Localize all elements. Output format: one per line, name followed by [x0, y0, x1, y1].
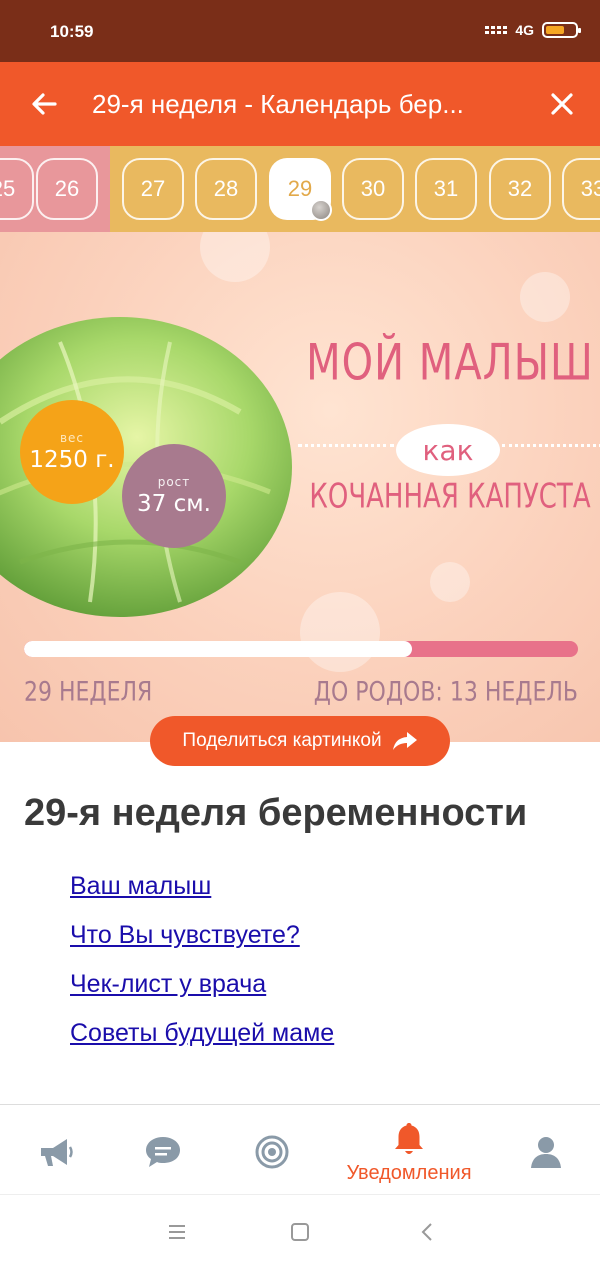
week-item[interactable]: 25 — [0, 158, 34, 220]
back-button[interactable] — [24, 84, 64, 124]
network-type: 4G — [515, 22, 534, 38]
chat-icon — [146, 1137, 180, 1167]
nav-item-notifications[interactable]: Уведомления — [338, 1117, 480, 1187]
toc-link[interactable]: Что Вы чувствуете? — [70, 921, 300, 949]
hero-title: МОЙ МАЛЫШ — [306, 334, 594, 392]
week-item[interactable]: 27 — [122, 158, 184, 220]
share-button-label: Поделиться картинкой — [182, 730, 382, 751]
weight-badge: вес 1250 г. — [20, 400, 124, 504]
avatar — [310, 199, 332, 221]
week-illustration: вес 1250 г. рост 37 см. МОЙ МАЛЫШ как КО… — [0, 232, 600, 742]
hero-like-word: как — [396, 424, 500, 476]
weeks-remaining-label: ДО РОДОВ: 13 НЕДЕЛЬ — [313, 677, 578, 708]
toc-link[interactable]: Чек-лист у врача — [70, 970, 266, 998]
week-number: 32 — [507, 176, 533, 201]
week-number: 26 — [54, 176, 80, 201]
nav-item-chat[interactable] — [113, 1117, 213, 1187]
week-number: 27 — [140, 176, 166, 201]
page-title: 29-я неделя - Календарь бер... — [92, 89, 464, 119]
arrow-left-icon — [32, 93, 57, 115]
app-bar: 29-я неделя - Календарь бер... — [0, 62, 600, 146]
height-label: рост — [157, 475, 191, 489]
status-time: 10:59 — [50, 22, 94, 41]
toc-item: Советы будущей маме — [70, 1019, 334, 1068]
hero-object: КОЧАННАЯ КАПУСТА — [309, 477, 591, 517]
weight-value: 1250 г. — [29, 447, 115, 473]
week-item[interactable]: 33 — [562, 158, 600, 220]
status-bar: 10:59 4G — [0, 0, 600, 62]
toc-link[interactable]: Советы будущей маме — [70, 1019, 334, 1047]
bottom-navigation: Уведомления — [0, 1104, 600, 1194]
close-button[interactable] — [542, 84, 582, 124]
week-item-current[interactable]: 29 — [269, 158, 332, 221]
recent-apps-button[interactable] — [162, 1217, 192, 1247]
battery-icon — [542, 22, 581, 38]
share-image-button[interactable]: Поделиться картинкой — [150, 716, 450, 766]
home-button[interactable] — [285, 1217, 315, 1247]
system-back-button[interactable] — [412, 1217, 442, 1247]
menu-icon — [169, 1225, 185, 1239]
dotted-divider — [298, 444, 394, 447]
signal-icon — [485, 26, 508, 34]
nav-item-goals[interactable] — [222, 1117, 322, 1187]
toc-link[interactable]: Ваш малыш — [70, 872, 211, 900]
toc-item: Что Вы чувствуете? — [70, 921, 334, 970]
height-badge: рост 37 см. — [122, 444, 226, 548]
toc-item: Чек-лист у врача — [70, 970, 334, 1019]
megaphone-icon — [41, 1139, 73, 1166]
week-number: 28 — [213, 176, 239, 201]
table-of-contents: Ваш малыш Что Вы чувствуете? Чек-лист у … — [70, 872, 334, 1068]
dotted-divider — [502, 444, 600, 447]
week-number: 33 — [580, 176, 600, 201]
weight-label: вес — [59, 431, 85, 445]
share-arrow-icon — [392, 732, 417, 750]
system-navigation — [0, 1194, 600, 1266]
nav-item-announcements[interactable] — [5, 1117, 105, 1187]
nav-item-profile[interactable] — [496, 1117, 596, 1187]
status-indicators: 4G — [485, 22, 581, 38]
close-icon — [551, 93, 573, 115]
article-heading: 29-я неделя беременности — [24, 792, 528, 834]
week-number: 29 — [287, 176, 313, 201]
progress-fill — [24, 641, 412, 657]
week-item[interactable]: 28 — [195, 158, 257, 220]
chevron-left-icon — [421, 1223, 432, 1241]
week-item[interactable]: 32 — [489, 158, 551, 220]
pregnancy-progress-bar — [24, 641, 578, 657]
week-item[interactable]: 26 — [36, 158, 98, 220]
nav-label: Уведомления — [346, 1161, 472, 1184]
profile-icon — [531, 1137, 561, 1168]
square-icon — [291, 1223, 309, 1241]
toc-item: Ваш малыш — [70, 872, 334, 921]
target-icon — [255, 1135, 289, 1169]
week-selector: 25 26 27 28 29 30 31 32 33 — [0, 146, 600, 232]
week-item[interactable]: 31 — [415, 158, 477, 220]
week-number: 25 — [0, 176, 16, 201]
bell-icon — [395, 1122, 423, 1154]
week-number: 31 — [433, 176, 459, 201]
current-week-label: 29 НЕДЕЛЯ — [24, 677, 153, 708]
week-item[interactable]: 30 — [342, 158, 404, 220]
height-value: 37 см. — [137, 491, 211, 517]
week-number: 30 — [360, 176, 386, 201]
